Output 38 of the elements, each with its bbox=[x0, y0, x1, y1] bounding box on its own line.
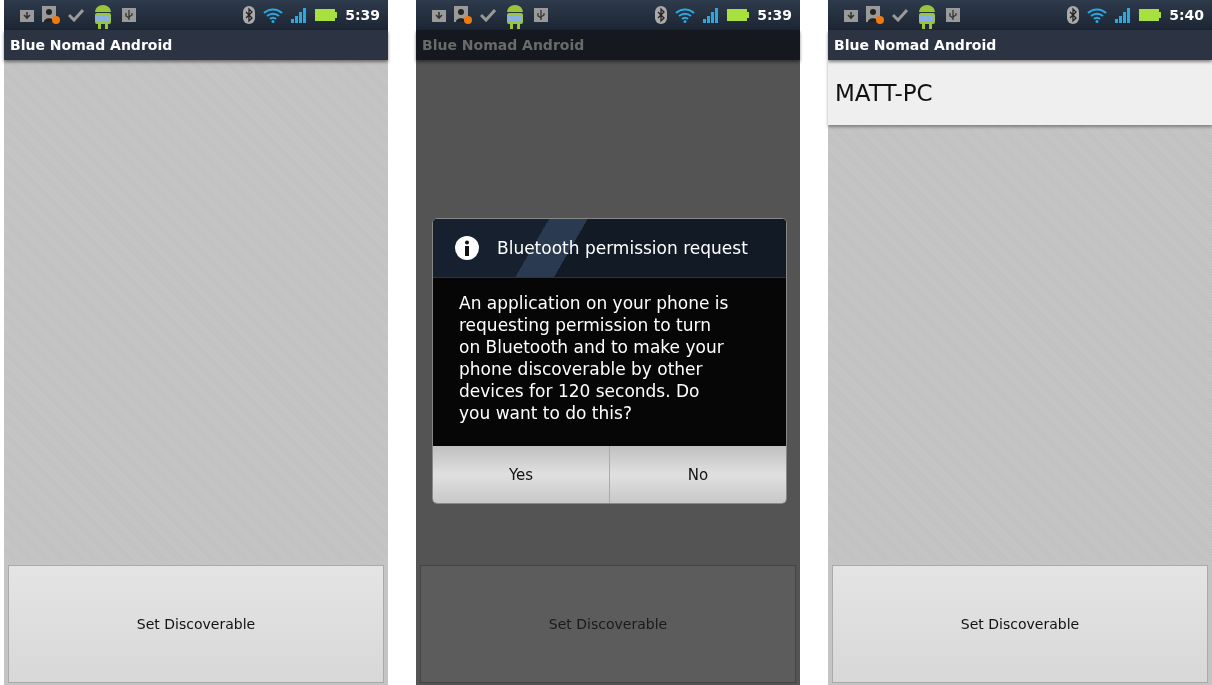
download-icon bbox=[844, 8, 858, 22]
battery-icon bbox=[727, 9, 750, 21]
contact-alert-icon bbox=[866, 6, 884, 24]
wifi-icon bbox=[675, 7, 696, 23]
check-icon bbox=[68, 8, 84, 22]
check-icon bbox=[892, 8, 908, 22]
dialog-button[interactable]: No bbox=[609, 446, 786, 503]
download-icon bbox=[432, 8, 446, 22]
download-icon bbox=[20, 8, 34, 22]
dialog-button[interactable]: Yes bbox=[433, 446, 609, 503]
bluetooth-icon bbox=[655, 6, 668, 24]
contact-alert-icon bbox=[42, 6, 60, 24]
battery-icon bbox=[315, 9, 338, 21]
dialog-message: An application on your phone is requesting permission to turn on Bluetooth and to make your phone discoverable by other devices for 120 seconds. Do you want to do this? bbox=[458, 292, 730, 425]
set-discoverable-button[interactable]: Set Discoverable bbox=[8, 565, 384, 683]
signal-icon bbox=[291, 7, 308, 23]
device-list-item[interactable]: MATT-PC bbox=[828, 60, 1212, 125]
app-title-bar: Blue Nomad Android bbox=[828, 30, 1212, 60]
signal-icon bbox=[1115, 7, 1132, 23]
info-icon bbox=[455, 236, 479, 260]
contact-alert-icon bbox=[454, 6, 472, 24]
wifi-icon bbox=[263, 7, 284, 23]
bluetooth-icon bbox=[243, 6, 256, 24]
wifi-icon bbox=[1087, 7, 1108, 23]
status-time: 5:40 bbox=[1169, 7, 1204, 23]
usb-icon bbox=[534, 8, 548, 22]
battery-icon bbox=[1139, 9, 1162, 21]
usb-icon bbox=[122, 8, 136, 22]
status-time: 5:39 bbox=[345, 7, 380, 23]
dialog-title: Bluetooth permission request bbox=[497, 238, 748, 258]
app-title-bar: Blue Nomad Android bbox=[4, 30, 388, 60]
check-icon bbox=[480, 8, 496, 22]
app-title-bar: Blue Nomad Android bbox=[416, 30, 800, 60]
set-discoverable-button[interactable]: Set Discoverable bbox=[832, 565, 1208, 683]
status-time: 5:39 bbox=[757, 7, 792, 23]
usb-icon bbox=[946, 8, 960, 22]
bluetooth-icon bbox=[1067, 6, 1080, 24]
signal-icon bbox=[703, 7, 720, 23]
